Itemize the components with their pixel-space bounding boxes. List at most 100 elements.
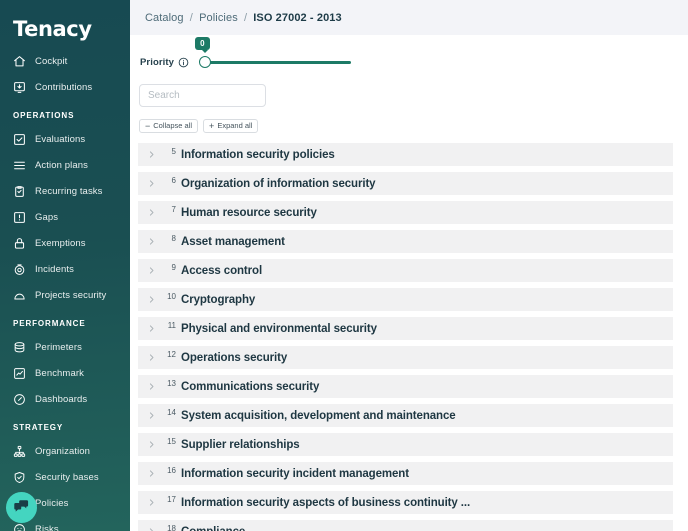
breadcrumb-separator: / [243, 11, 248, 24]
priority-slider[interactable]: 0 [195, 37, 352, 69]
priority-slider-handle[interactable] [199, 56, 212, 68]
plus-icon: + [209, 120, 215, 131]
list-item[interactable]: 6 Organization of information security [138, 172, 673, 195]
app-root: Tenacy Cockpit Contributions OPERATIONS [0, 0, 688, 531]
list-item-number: 10 [167, 292, 176, 301]
sidebar-item-label: Risks [35, 524, 59, 531]
sidebar-item-projects-security[interactable]: Projects security [0, 286, 130, 305]
sidebar-item-label: Projects security [35, 290, 107, 301]
list-item-number: 16 [167, 466, 176, 475]
sidebar-item-label: Recurring tasks [35, 186, 103, 197]
list-item[interactable]: 7 Human resource security [138, 201, 673, 224]
sidebar-item-label: Dashboards [35, 394, 88, 405]
chevron-right-icon[interactable] [138, 527, 164, 531]
home-icon [13, 55, 26, 68]
sidebar-section-operations: OPERATIONS [13, 111, 75, 120]
chevron-right-icon[interactable] [138, 353, 164, 362]
list-item-number: 8 [171, 234, 176, 243]
chevron-right-icon[interactable] [138, 237, 164, 246]
breadcrumb-current: ISO 27002 - 2013 [253, 11, 342, 24]
list-item[interactable]: 9 Access control [138, 259, 673, 282]
expand-all-label: Expand all [217, 121, 253, 130]
policy-chapter-list: 5 Information security policies 6 Organizat… [130, 143, 688, 531]
list-item[interactable]: 8 Asset management [138, 230, 673, 253]
sidebar-item-gaps[interactable]: Gaps [0, 208, 130, 227]
list-item-number: 9 [171, 263, 176, 272]
sidebar-item-evaluations[interactable]: Evaluations [0, 130, 130, 149]
list-item[interactable]: 5 Information security policies [138, 143, 673, 166]
chevron-right-icon[interactable] [138, 295, 164, 304]
sidebar-item-label: Incidents [35, 264, 74, 275]
list-lines-icon [13, 159, 26, 172]
sidebar-item-security-bases[interactable]: Security bases [0, 468, 130, 487]
priority-slider-track[interactable] [207, 60, 352, 64]
list-item[interactable]: 16 Information security incident manageme… [138, 462, 673, 485]
list-item-title: Human resource security [181, 206, 317, 219]
checkbox-icon [13, 133, 26, 146]
sidebar-item-label: Benchmark [35, 368, 84, 379]
risk-face-icon [13, 523, 26, 531]
search-input[interactable] [139, 84, 266, 107]
chevron-right-icon[interactable] [138, 411, 164, 420]
list-item[interactable]: 10 Cryptography [138, 288, 673, 311]
chevron-right-icon[interactable] [138, 150, 164, 159]
shield-check-icon [13, 471, 26, 484]
chevron-right-icon[interactable] [138, 208, 164, 217]
sidebar-item-dashboards[interactable]: Dashboards [0, 390, 130, 409]
sidebar-item-benchmark[interactable]: Benchmark [0, 364, 130, 383]
chevron-right-icon[interactable] [138, 498, 164, 507]
list-item[interactable]: 17 Information security aspects of busine… [138, 491, 673, 514]
chat-widget-button[interactable] [6, 492, 37, 523]
lock-icon [13, 237, 26, 250]
list-item-number: 13 [167, 379, 176, 388]
list-item[interactable]: 11 Physical and environmental security [138, 317, 673, 340]
chevron-right-icon[interactable] [138, 382, 164, 391]
collapse-all-button[interactable]: − Collapse all [139, 119, 199, 133]
list-item[interactable]: 13 Communications security [138, 375, 673, 398]
list-item-title: Information security incident management [181, 467, 409, 480]
info-icon[interactable] [178, 57, 189, 68]
breadcrumb-policies[interactable]: Policies [199, 12, 238, 24]
list-item-title: Cryptography [181, 293, 256, 306]
alert-square-icon [13, 211, 26, 224]
chevron-right-icon[interactable] [138, 440, 164, 449]
expand-all-button[interactable]: + Expand all [203, 119, 259, 133]
list-item-number: 18 [167, 524, 176, 531]
sidebar-item-action-plans[interactable]: Action plans [0, 156, 130, 175]
chevron-right-icon[interactable] [138, 469, 164, 478]
sidebar-item-perimeters[interactable]: Perimeters [0, 338, 130, 357]
sidebar-item-exemptions[interactable]: Exemptions [0, 234, 130, 253]
breadcrumb-bar: Catalog / Policies / ISO 27002 - 2013 [130, 0, 688, 35]
sidebar-item-label: Evaluations [35, 134, 86, 145]
list-item-number: 15 [167, 437, 176, 446]
sidebar-item-label: Policies [35, 498, 69, 509]
chevron-right-icon[interactable] [138, 179, 164, 188]
breadcrumb-separator: / [189, 11, 193, 24]
list-item-title: Access control [181, 264, 263, 277]
list-item[interactable]: 15 Supplier relationships [138, 433, 673, 456]
sidebar-item-organization[interactable]: Organization [0, 442, 130, 461]
list-item[interactable]: 18 Compliance [138, 520, 673, 531]
sidebar-item-contributions[interactable]: Contributions [0, 78, 130, 97]
app-logo[interactable]: Tenacy [0, 0, 130, 42]
minus-icon: − [145, 120, 151, 131]
list-item[interactable]: 12 Operations security [138, 346, 673, 369]
breadcrumb-catalog[interactable]: Catalog [145, 12, 184, 24]
sidebar-section-performance: PERFORMANCE [13, 319, 86, 328]
list-item-title: Compliance [181, 526, 245, 531]
sidebar-item-recurring-tasks[interactable]: Recurring tasks [0, 182, 130, 201]
list-controls: − Collapse all + Expand all [139, 119, 688, 133]
list-item[interactable]: 14 System acquisition, development and ma… [138, 404, 673, 427]
sidebar-nav: Cockpit Contributions OPERATIONS Evaluat… [0, 52, 130, 531]
chevron-right-icon[interactable] [138, 266, 164, 275]
sidebar-item-cockpit[interactable]: Cockpit [0, 52, 130, 71]
sidebar-item-label: Exemptions [35, 238, 86, 249]
sidebar-item-incidents[interactable]: Incidents [0, 260, 130, 279]
sidebar-item-label: Cockpit [35, 56, 68, 67]
breadcrumb: Catalog / Policies / ISO 27002 - 2013 [145, 12, 342, 24]
sidebar-item-label: Security bases [35, 472, 99, 483]
list-item-title: Information security aspects of business… [181, 496, 471, 509]
sidebar-section-strategy: STRATEGY [13, 423, 64, 432]
chevron-right-icon[interactable] [138, 324, 164, 333]
chart-line-icon [13, 367, 26, 380]
